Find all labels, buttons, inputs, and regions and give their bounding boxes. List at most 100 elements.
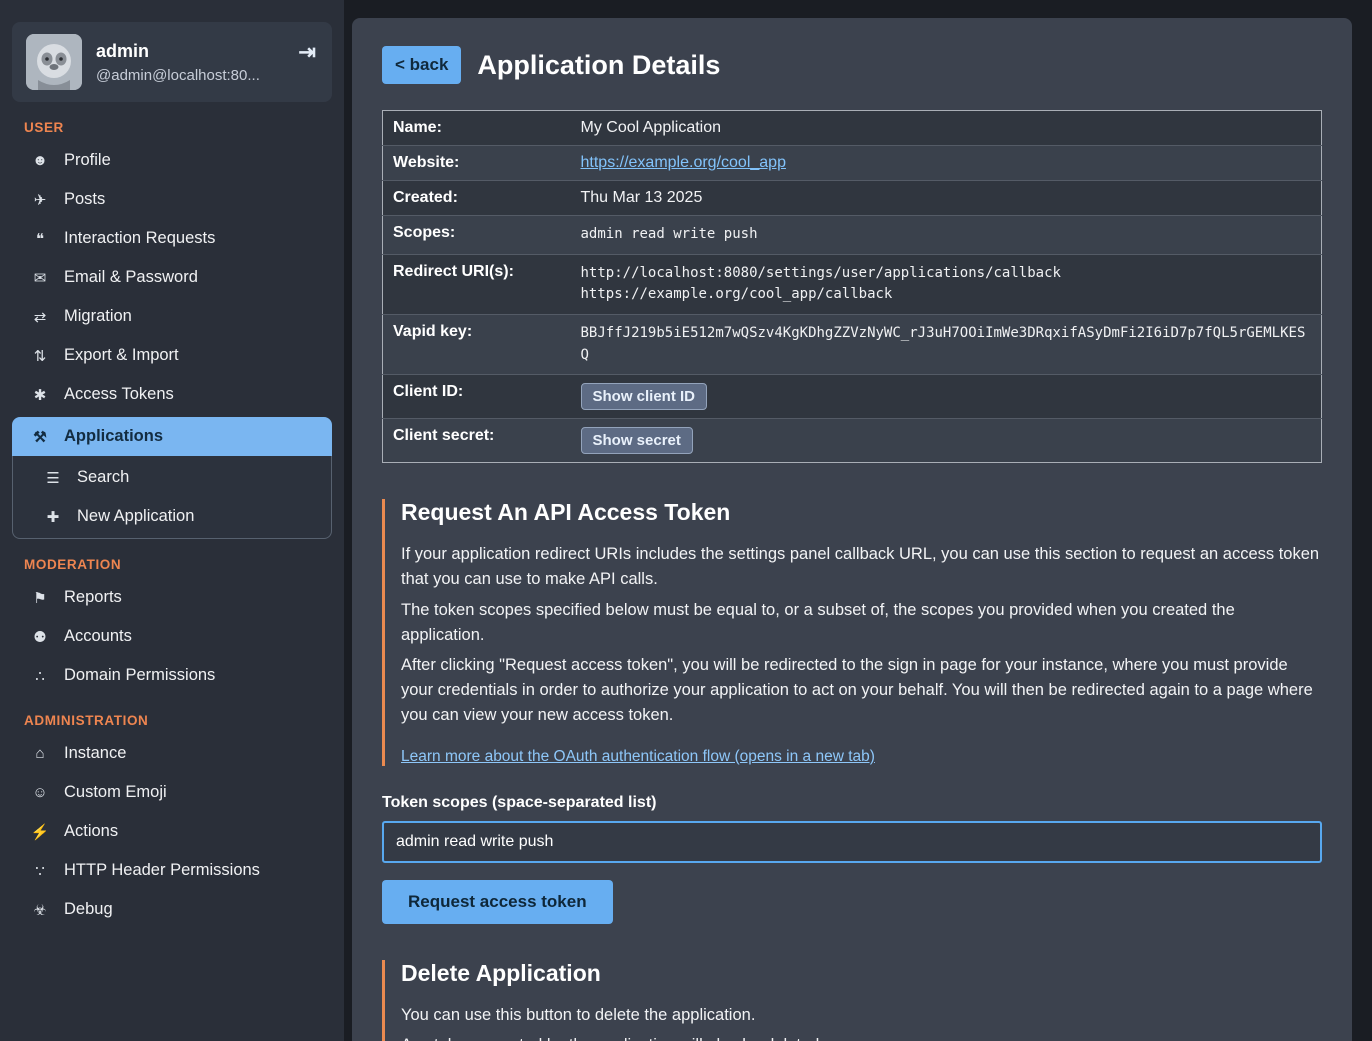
header-permissions-icon: ∵ <box>30 862 50 880</box>
sidebar-item-posts[interactable]: ✈ Posts <box>0 180 344 219</box>
sidebar-item-label: Actions <box>64 822 118 841</box>
token-scopes-input[interactable] <box>382 821 1322 863</box>
delete-line-1: You can use this button to delete the ap… <box>401 1003 1322 1028</box>
sidebar-item-label: New Application <box>77 507 194 526</box>
share-nodes-icon: ∴ <box>30 667 50 685</box>
sidebar-item-custom-emoji[interactable]: ☺ Custom Emoji <box>0 773 344 812</box>
users-icon: ⚉ <box>30 628 50 646</box>
user-handle: @admin@localhost:80... <box>96 67 260 84</box>
application-details-table: Name: My Cool Application Website: https… <box>382 110 1322 463</box>
sidebar-item-label: Posts <box>64 190 105 209</box>
vapid-key-value: BBJffJ219b5iE512m7wQSzv4KgKDhgZZVzNyWC_r… <box>581 325 1306 363</box>
comment-icon: ❝ <box>30 230 50 248</box>
sidebar-item-export-import[interactable]: ⇅ Export & Import <box>0 336 344 375</box>
sidebar-item-label: Migration <box>64 307 132 326</box>
app-root: admin @admin@localhost:80... ⇥ USER ☻ Pr… <box>0 0 1372 1041</box>
sidebar-item-applications[interactable]: ⚒ Applications <box>12 417 332 456</box>
section-paragraph: After clicking "Request access token", y… <box>401 653 1322 727</box>
request-access-token-button[interactable]: Request access token <box>382 880 613 924</box>
sidebar-item-reports[interactable]: ⚑ Reports <box>0 578 344 617</box>
sidebar: admin @admin@localhost:80... ⇥ USER ☻ Pr… <box>0 0 344 1041</box>
sidebar-item-new-application[interactable]: ✚ New Application <box>13 497 331 536</box>
user-meta: admin @admin@localhost:80... <box>96 41 260 84</box>
sidebar-item-label: Applications <box>64 427 163 446</box>
token-icon: ✱ <box>30 386 50 404</box>
page-title: Application Details <box>477 50 720 81</box>
row-value: My Cool Application <box>571 111 1322 146</box>
sidebar-item-applications-search[interactable]: ☰ Search <box>13 458 331 497</box>
sidebar-item-label: HTTP Header Permissions <box>64 861 260 880</box>
bug-icon: ☣ <box>30 901 50 919</box>
profile-icon: ☻ <box>30 152 50 169</box>
sidebar-item-accounts[interactable]: ⚉ Accounts <box>0 617 344 656</box>
save-icon: ⇅ <box>30 347 50 365</box>
applications-group: ⚒ Applications ☰ Search ✚ New Applicatio… <box>12 417 332 539</box>
avatar <box>26 34 82 90</box>
bolt-icon: ⚡ <box>30 823 50 841</box>
row-label: Name: <box>383 111 571 146</box>
sidebar-item-label: Domain Permissions <box>64 666 215 685</box>
table-row-website: Website: https://example.org/cool_app <box>383 146 1322 181</box>
smiley-icon: ☺ <box>30 784 50 801</box>
section-label-moderation: MODERATION <box>24 557 344 572</box>
row-label: Created: <box>383 181 571 216</box>
sidebar-item-label: Accounts <box>64 627 132 646</box>
sidebar-item-http-header-permissions[interactable]: ∵ HTTP Header Permissions <box>0 851 344 890</box>
user-name: admin <box>96 41 260 62</box>
show-secret-button[interactable]: Show secret <box>581 427 693 454</box>
flag-icon: ⚑ <box>30 589 50 607</box>
request-token-section: Request An API Access Token If your appl… <box>382 499 1322 765</box>
sidebar-item-actions[interactable]: ⚡ Actions <box>0 812 344 851</box>
sidebar-item-access-tokens[interactable]: ✱ Access Tokens <box>0 375 344 414</box>
redirect-uri-1: http://localhost:8080/settings/user/appl… <box>581 263 1312 285</box>
table-row-vapid-key: Vapid key: BBJffJ219b5iE512m7wQSzv4KgKDh… <box>383 315 1322 375</box>
sidebar-item-migration[interactable]: ⇄ Migration <box>0 297 344 336</box>
sidebar-item-email-password[interactable]: ✉ Email & Password <box>0 258 344 297</box>
delete-line-2: Any tokens created by the application wi… <box>401 1033 1322 1041</box>
sidebar-item-interaction-requests[interactable]: ❝ Interaction Requests <box>0 219 344 258</box>
row-label: Scopes: <box>383 216 571 255</box>
redirect-uri-2: https://example.org/cool_app/callback <box>581 284 1312 306</box>
exchange-icon: ⇄ <box>30 308 50 326</box>
sidebar-item-label: Search <box>77 468 129 487</box>
sidebar-item-debug[interactable]: ☣ Debug <box>0 890 344 929</box>
sidebar-item-label: Interaction Requests <box>64 229 215 248</box>
tools-icon: ⚒ <box>30 428 50 446</box>
plus-icon: ✚ <box>43 508 63 526</box>
token-scopes-label: Token scopes (space-separated list) <box>382 794 1322 812</box>
page-header: < back Application Details <box>382 46 1322 84</box>
sitemap-icon: ⌂ <box>30 745 50 762</box>
sidebar-item-label: Reports <box>64 588 122 607</box>
table-row-created: Created: Thu Mar 13 2025 <box>383 181 1322 216</box>
sidebar-item-label: Export & Import <box>64 346 179 365</box>
main-content: < back Application Details Name: My Cool… <box>352 18 1352 1041</box>
sidebar-item-domain-permissions[interactable]: ∴ Domain Permissions <box>0 656 344 695</box>
section-title: Request An API Access Token <box>401 499 1322 526</box>
row-value: Thu Mar 13 2025 <box>571 181 1322 216</box>
table-row-client-secret: Client secret: Show secret <box>383 419 1322 463</box>
show-client-id-button[interactable]: Show client ID <box>581 383 708 410</box>
sidebar-item-label: Email & Password <box>64 268 198 287</box>
section-label-user: USER <box>24 120 344 135</box>
sidebar-item-label: Instance <box>64 744 126 763</box>
delete-application-section: Delete Application You can use this butt… <box>382 960 1322 1041</box>
sidebar-item-label: Custom Emoji <box>64 783 167 802</box>
sidebar-item-profile[interactable]: ☻ Profile <box>0 141 344 180</box>
row-label: Redirect URI(s): <box>383 254 571 314</box>
sidebar-item-label: Access Tokens <box>64 385 174 404</box>
table-row-name: Name: My Cool Application <box>383 111 1322 146</box>
back-button[interactable]: < back <box>382 46 461 84</box>
table-row-client-id: Client ID: Show client ID <box>383 375 1322 419</box>
section-title: Delete Application <box>401 960 1322 987</box>
sign-out-icon[interactable]: ⇥ <box>298 40 316 65</box>
row-label: Client secret: <box>383 419 571 463</box>
applications-submenu: ☰ Search ✚ New Application <box>12 456 332 539</box>
table-row-redirect-uris: Redirect URI(s): http://localhost:8080/s… <box>383 254 1322 314</box>
row-label: Vapid key: <box>383 315 571 375</box>
section-paragraph: The token scopes specified below must be… <box>401 598 1322 648</box>
website-link[interactable]: https://example.org/cool_app <box>581 154 786 171</box>
oauth-docs-link[interactable]: Learn more about the OAuth authenticatio… <box>401 748 875 766</box>
lock-icon: ✉ <box>30 269 50 287</box>
sidebar-item-instance[interactable]: ⌂ Instance <box>0 734 344 773</box>
user-card: admin @admin@localhost:80... ⇥ <box>12 22 332 102</box>
